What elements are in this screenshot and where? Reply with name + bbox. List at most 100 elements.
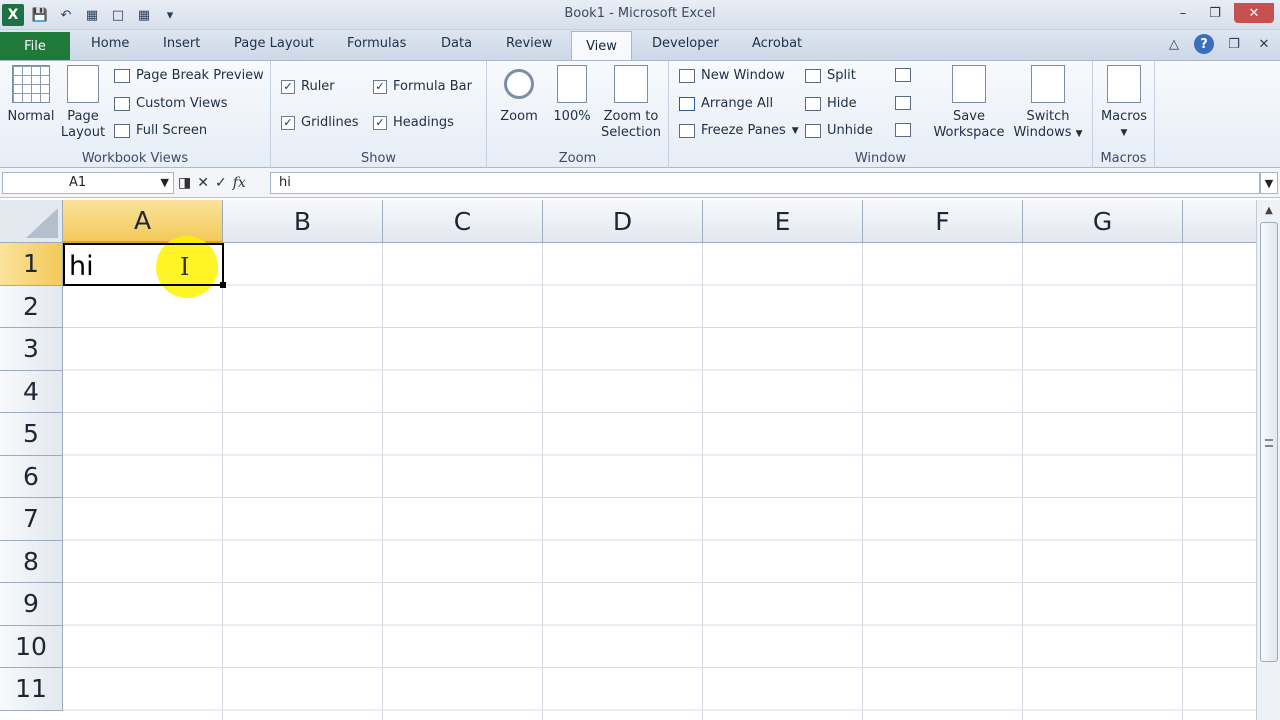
row-header[interactable]: 7	[0, 498, 63, 541]
dropdown-arrow-icon: ▼	[1120, 128, 1128, 138]
dropdown-arrow-icon: ▼	[791, 125, 799, 136]
formula-bar-checkbox[interactable]: ✓ Formula Bar	[373, 79, 472, 94]
row-header[interactable]: 9	[0, 583, 63, 626]
cancel-icon[interactable]: ✕	[197, 175, 209, 191]
close-workbook-icon[interactable]: ✕	[1254, 34, 1274, 54]
tab-file[interactable]: File	[0, 32, 70, 60]
row-header[interactable]: 5	[0, 413, 63, 456]
tab-formulas[interactable]: Formulas	[347, 36, 406, 51]
cell-area[interactable]	[63, 243, 1256, 720]
help-icon[interactable]: ?	[1194, 34, 1214, 54]
scroll-up-icon[interactable]: ▲	[1260, 202, 1278, 218]
full-screen-button[interactable]: Full Screen	[114, 123, 207, 138]
checkmark-icon: ✓	[373, 79, 387, 94]
restore-workbook-icon[interactable]: ❐	[1224, 34, 1244, 54]
row-header[interactable]: 1	[0, 243, 63, 286]
row-header[interactable]: 10	[0, 625, 63, 668]
tab-data[interactable]: Data	[441, 36, 472, 51]
page-break-preview-icon	[114, 68, 130, 83]
insert-function-icon[interactable]: fx	[233, 175, 246, 191]
minimize-ribbon-icon[interactable]: △	[1164, 34, 1184, 54]
close-icon[interactable]: ✕	[1234, 3, 1274, 23]
name-box-dropdown-icon[interactable]: ▼	[161, 176, 169, 189]
page-break-preview-button[interactable]: Page Break Preview	[114, 68, 264, 83]
scroll-thumb[interactable]	[1260, 222, 1278, 662]
magnifier-icon	[504, 69, 534, 99]
name-box[interactable]: A1 ▼	[2, 172, 174, 194]
tab-view[interactable]: View	[571, 31, 632, 61]
tab-review[interactable]: Review	[506, 36, 552, 51]
group-show: ✓ Ruler ✓ Formula Bar ✓ Gridlines ✓ Head…	[271, 61, 487, 169]
freeze-panes-button[interactable]: Freeze Panes ▼	[679, 123, 799, 138]
gridlines-checkbox[interactable]: ✓ Gridlines	[281, 115, 359, 130]
column-header[interactable]: F	[863, 200, 1023, 243]
reset-position-icon	[895, 123, 911, 137]
headings-checkbox[interactable]: ✓ Headings	[373, 115, 454, 130]
custom-views-button[interactable]: Custom Views	[114, 96, 228, 111]
arrange-all-button[interactable]: Arrange All	[679, 96, 773, 111]
hide-icon	[805, 96, 821, 111]
group-zoom: Zoom 100% Zoom to Selection Zoom	[487, 61, 669, 169]
row-header[interactable]: 2	[0, 285, 63, 328]
enter-icon[interactable]: ✓	[215, 175, 227, 191]
column-header[interactable]: G	[1023, 200, 1183, 243]
zoom-100-button[interactable]: 100%	[549, 65, 595, 125]
expand-icon[interactable]: ◨	[178, 175, 191, 191]
row-header[interactable]: 4	[0, 370, 63, 413]
formula-input[interactable]: hi	[270, 172, 1260, 194]
expand-formula-bar-icon[interactable]: ▼	[1260, 172, 1278, 194]
select-all-button[interactable]	[0, 200, 63, 243]
split-button[interactable]: Split	[805, 68, 856, 83]
fill-handle[interactable]	[220, 282, 226, 288]
split-icon	[805, 68, 821, 83]
title-bar: X 💾 ↶ ▦ □ ▦ ▾ Book1 - Microsoft Excel – …	[0, 0, 1280, 30]
checkmark-icon: ✓	[281, 115, 295, 130]
select-all-triangle-icon	[26, 208, 58, 238]
checkmark-icon: ✓	[281, 79, 295, 94]
spreadsheet-grid[interactable]: A B C D E F G 1 2 3 4 5 6 7 8 9 10 11 hi…	[0, 200, 1256, 720]
vertical-scrollbar[interactable]: ▲	[1256, 200, 1280, 720]
view-side-by-side-button[interactable]	[895, 68, 911, 82]
zoom-selection-icon	[614, 65, 648, 103]
save-workspace-icon	[952, 65, 986, 103]
tab-page-layout[interactable]: Page Layout	[234, 36, 314, 51]
normal-view-icon	[12, 65, 50, 103]
zoom-to-selection-button[interactable]: Zoom to Selection	[599, 65, 663, 141]
row-header[interactable]: 11	[0, 668, 63, 711]
restore-icon[interactable]: ❐	[1202, 3, 1228, 23]
row-header[interactable]: 3	[0, 328, 63, 371]
macros-icon	[1107, 65, 1141, 103]
column-header-partial[interactable]	[1183, 200, 1256, 243]
arrange-all-icon	[679, 96, 695, 111]
column-header[interactable]: A	[63, 200, 223, 243]
macros-button[interactable]: Macros ▼	[1097, 65, 1151, 141]
column-header[interactable]: E	[703, 200, 863, 243]
page-layout-view-button[interactable]: Page Layout	[60, 65, 106, 141]
row-header[interactable]: 8	[0, 540, 63, 583]
group-label: Show	[360, 151, 397, 166]
reset-window-position-button[interactable]	[895, 123, 911, 137]
switch-windows-button[interactable]: Switch Windows ▼	[1009, 65, 1087, 142]
group-label: Macros	[1100, 151, 1147, 166]
ruler-checkbox[interactable]: ✓ Ruler	[281, 79, 335, 94]
column-header[interactable]: D	[543, 200, 703, 243]
save-workspace-button[interactable]: Save Workspace	[931, 65, 1007, 141]
row-header[interactable]: 6	[0, 455, 63, 498]
tab-developer[interactable]: Developer	[652, 36, 719, 51]
group-label: Window	[854, 151, 907, 166]
hide-button[interactable]: Hide	[805, 96, 857, 111]
unhide-button[interactable]: Unhide	[805, 123, 873, 138]
tab-acrobat[interactable]: Acrobat	[752, 36, 802, 51]
synchronous-scrolling-button[interactable]	[895, 96, 911, 110]
normal-view-button[interactable]: Normal	[6, 65, 56, 125]
tab-insert[interactable]: Insert	[163, 36, 200, 51]
new-window-button[interactable]: New Window	[679, 68, 785, 83]
column-header[interactable]: C	[383, 200, 543, 243]
tab-home[interactable]: Home	[91, 36, 129, 51]
zoom-button[interactable]: Zoom	[495, 65, 543, 125]
active-cell-a1[interactable]: hi	[63, 243, 226, 288]
ribbon-tabs: File Home Insert Page Layout Formulas Da…	[0, 30, 1280, 61]
minimize-icon[interactable]: –	[1170, 3, 1196, 23]
column-header[interactable]: B	[223, 200, 383, 243]
ribbon-controls: △ ? ❐ ✕	[1164, 34, 1274, 54]
